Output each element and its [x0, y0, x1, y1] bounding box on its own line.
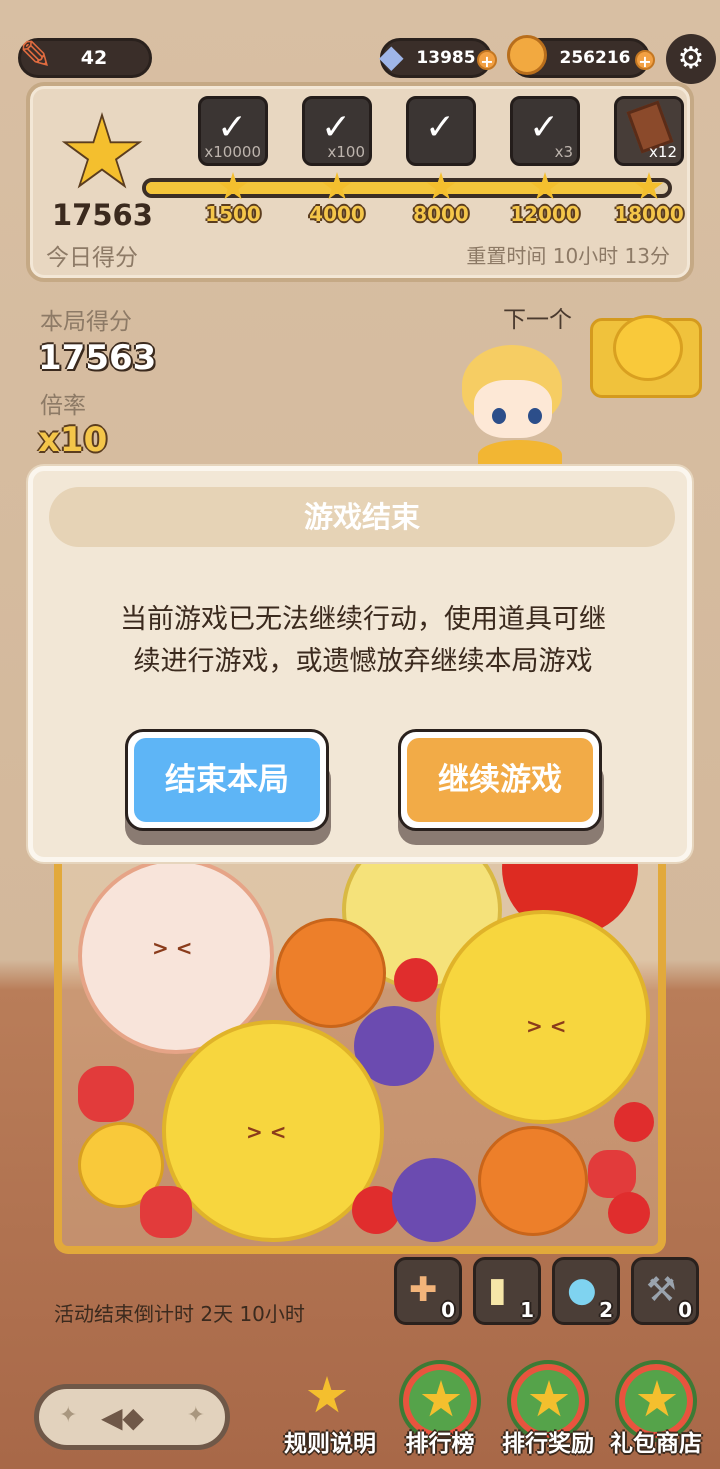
reward-qty: x100: [327, 143, 365, 161]
cherry-fruit: [614, 1102, 654, 1142]
session-score-value: 17563: [38, 338, 157, 378]
back-arrow-icon: ◀◆: [101, 1401, 145, 1434]
reset-timer: 重置时间 10小时 13分: [466, 244, 670, 268]
gem-icon: ◆: [379, 37, 404, 75]
melon-fruit: > <: [162, 1020, 384, 1242]
character-eye: [528, 408, 542, 424]
hammer-icon: ⚒: [646, 1270, 677, 1310]
daily-score-panel: 17563 今日得分 重置时间 10小时 13分 ✓ x10000 ✓ x100…: [26, 82, 694, 282]
milestone-label: 4000: [309, 202, 365, 226]
continue-game-label: 继续游戏: [407, 738, 593, 822]
cherry-fruit: [608, 1192, 650, 1234]
back-button[interactable]: ✦ ◀◆ ✦: [34, 1384, 230, 1450]
nav-rank-rewards[interactable]: 排行奖励: [502, 1360, 594, 1460]
dialog-title: 游戏结束: [49, 487, 675, 547]
check-icon: ✓: [425, 107, 456, 148]
rules-icon: [307, 1376, 347, 1413]
tool-orb[interactable]: ● 2: [552, 1257, 620, 1325]
milestone-label: 12000: [510, 202, 580, 226]
game-over-dialog: 游戏结束 当前游戏已无法继续行动，使用道具可继 续进行游戏，或遗憾放弃继续本局游…: [28, 466, 692, 862]
add-coins-button[interactable]: +: [635, 50, 655, 71]
milestone-label: 1500: [205, 202, 261, 226]
tool-count: 0: [441, 1298, 455, 1322]
tool-hammer[interactable]: ⚒ 0: [631, 1257, 699, 1325]
gem-counter[interactable]: ◆ 13985 +: [379, 37, 497, 78]
milestone-label: 8000: [413, 202, 469, 226]
coin-counter[interactable]: 256216 +: [507, 35, 655, 78]
trophy-icon: [421, 1380, 461, 1417]
orange-fruit: [478, 1126, 588, 1236]
tool-count: 0: [678, 1298, 692, 1322]
melon-fruit: > <: [436, 910, 650, 1124]
tool-juice[interactable]: ▮ 1: [473, 1257, 541, 1325]
dialog-message-line1: 当前游戏已无法继续行动，使用道具可继: [120, 604, 606, 635]
gear-icon: ⚙: [677, 41, 705, 76]
nav-rules[interactable]: 规则说明: [284, 1360, 376, 1460]
grape-fruit: [392, 1158, 476, 1242]
nav-rank-rewards-label: 排行奖励: [502, 1431, 594, 1457]
check-icon: ✓: [217, 107, 248, 148]
session-score-label: 本局得分: [40, 309, 132, 335]
add-gems-button[interactable]: +: [477, 50, 497, 71]
continue-game-button[interactable]: 继续游戏: [398, 729, 602, 831]
nav-rules-label: 规则说明: [284, 1431, 376, 1457]
character-eye: [492, 408, 506, 424]
tool-bandage[interactable]: ✚ 0: [394, 1257, 462, 1325]
reward-slot-4[interactable]: ✓ x3: [510, 96, 580, 166]
settings-button[interactable]: ⚙: [666, 34, 716, 84]
nav-gift-shop[interactable]: 礼包商店: [610, 1360, 702, 1460]
game-board: > < > < > <: [54, 800, 666, 1254]
juice-bottle-icon: ▮: [488, 1270, 507, 1310]
nav-ranking[interactable]: 排行榜: [394, 1360, 486, 1460]
reward-star-icon: [529, 1380, 569, 1417]
nav-gift-shop-label: 礼包商店: [610, 1431, 702, 1457]
daily-score-value: 17563: [52, 198, 153, 232]
reward-slot-2[interactable]: ✓ x100: [302, 96, 372, 166]
event-countdown: 活动结束倒计时 2天 10小时: [54, 1302, 305, 1326]
daily-progress-bar: [142, 178, 672, 198]
star-icon: [67, 118, 137, 184]
reward-slot-1[interactable]: ✓ x10000: [198, 96, 268, 166]
dialog-message-line2: 续进行游戏，或遗憾放弃继续本局游戏: [133, 646, 593, 677]
reward-qty: x10000: [204, 143, 261, 161]
end-game-label: 结束本局: [134, 738, 320, 822]
end-game-button[interactable]: 结束本局: [125, 729, 329, 831]
milestone-label: 18000: [614, 202, 684, 226]
next-fruit-label: 下一个: [503, 307, 572, 333]
daily-score-label: 今日得分: [46, 245, 138, 271]
game-screen: ✎ 42 ◆ 13985 + 256216 + ⚙ 17563 今日得分 重置时…: [0, 0, 720, 1469]
orange-fruit: [276, 918, 386, 1028]
coin-stack-icon: [507, 35, 547, 75]
multiplier-value: x10: [38, 420, 108, 460]
dialog-message: 当前游戏已无法继续行动，使用道具可继 续进行游戏，或遗憾放弃继续本局游戏: [63, 599, 663, 683]
lemon-icon: [613, 315, 683, 381]
check-icon: ✓: [529, 107, 560, 148]
check-icon: ✓: [321, 107, 352, 148]
sparkle-icon: ✦: [59, 1403, 78, 1428]
multiplier-label: 倍率: [40, 393, 86, 419]
next-fruit-box: [590, 315, 702, 398]
strawberry-fruit: [78, 1066, 134, 1122]
sparkle-icon: ✦: [186, 1403, 205, 1428]
gift-box-icon: [637, 1380, 677, 1417]
character-avatar: [474, 380, 552, 438]
strawberry-fruit: [588, 1150, 636, 1198]
reward-qty: x12: [649, 143, 677, 161]
bandage-icon: ✚: [409, 1270, 438, 1310]
candy-icon: ✎: [19, 33, 53, 79]
reward-qty: x3: [554, 143, 573, 161]
reward-slot-3[interactable]: ✓: [406, 96, 476, 166]
tool-count: 2: [599, 1298, 613, 1322]
reward-slot-5[interactable]: x12: [614, 96, 684, 166]
cherry-fruit: [394, 958, 438, 1002]
magic-orb-icon: ●: [567, 1270, 597, 1310]
tool-count: 1: [520, 1298, 534, 1322]
strawberry-fruit: [140, 1186, 192, 1238]
stamina-counter[interactable]: ✎ 42: [18, 33, 152, 79]
nav-ranking-label: 排行榜: [405, 1431, 475, 1457]
